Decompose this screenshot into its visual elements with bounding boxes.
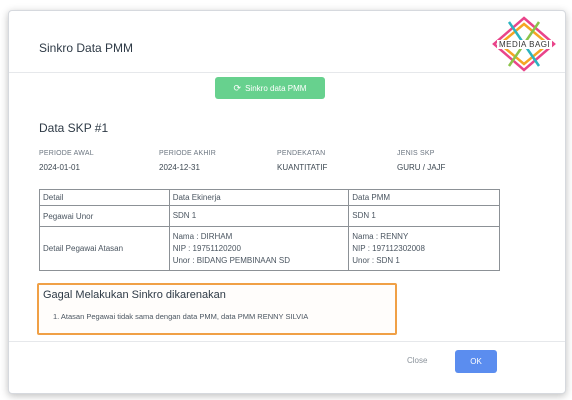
sync-button-label: Sinkro data PMM (245, 83, 307, 93)
cell-text: Unor : SDN 1 (352, 255, 400, 265)
ok-button[interactable]: OK (455, 350, 497, 373)
column-header: Detail (39, 189, 170, 206)
pmm-cell: Nama : RENNY NIP : 197112302008 Unor : S… (348, 226, 500, 271)
cell-text: SDN 1 (172, 211, 197, 220)
table-header-row: Detail Data Ekinerja Data PMM (39, 189, 500, 206)
sync-modal: Sinkro Data PMM ⟳ Sinkro data PMM Data S… (8, 10, 566, 394)
watermark-text: MEDIA BAGI (497, 40, 553, 49)
close-button[interactable]: Close (407, 356, 427, 365)
column-header: Data PMM (348, 189, 500, 206)
cell-text: NIP : 19751120200 (172, 243, 241, 253)
sync-error-box: Gagal Melakukan Sinkro dikarenakan 1. At… (37, 283, 397, 335)
error-item: 1. Atasan Pegawai tidak sama dengan data… (53, 312, 309, 321)
cell-text: Nama : DIRHAM (172, 231, 233, 241)
cell-text: SDN 1 (352, 211, 376, 220)
footer-divider (9, 341, 565, 342)
meta-value-periode-awal: 2024-01-01 (39, 163, 80, 172)
column-header: Data Ekinerja (168, 189, 350, 206)
meta-label-periode-awal: PERIODE AWAL (39, 150, 94, 157)
meta-value-pendekatan: KUANTITATIF (277, 163, 328, 172)
sync-pmm-button[interactable]: ⟳ Sinkro data PMM (215, 77, 325, 99)
cell-text: Nama : RENNY (352, 231, 409, 241)
row-label: Detail Pegawai Atasan (39, 226, 170, 271)
cell-text: Unor : BIDANG PEMBINAAN SD (172, 255, 291, 265)
ekinerja-cell: Nama : DIRHAM NIP : 19751120200 Unor : B… (168, 226, 350, 271)
table-row: Detail Pegawai Atasan Nama : DIRHAM NIP … (39, 226, 500, 271)
section-title: Data SKP #1 (39, 121, 109, 135)
modal-header: Sinkro Data PMM (9, 11, 565, 73)
table-row: Pegawai Unor SDN 1 SDN 1 (39, 205, 500, 227)
row-label: Pegawai Unor (39, 205, 170, 227)
pmm-cell: SDN 1 (348, 205, 500, 227)
meta-value-jenis-skp: GURU / JAJF (397, 163, 446, 172)
meta-label-periode-akhir: PERIODE AKHIR (159, 150, 217, 157)
error-title: Gagal Melakukan Sinkro dikarenakan (43, 289, 226, 301)
meta-value-periode-akhir: 2024-12-31 (159, 163, 200, 172)
meta-label-pendekatan: PENDEKATAN (277, 150, 326, 157)
ekinerja-cell: SDN 1 (168, 205, 350, 227)
comparison-table: Detail Data Ekinerja Data PMM Pegawai Un… (39, 189, 500, 271)
modal-title: Sinkro Data PMM (39, 41, 134, 55)
refresh-icon: ⟳ (233, 82, 242, 93)
meta-label-jenis-skp: JENIS SKP (397, 150, 435, 157)
cell-text: NIP : 197112302008 (352, 243, 425, 253)
